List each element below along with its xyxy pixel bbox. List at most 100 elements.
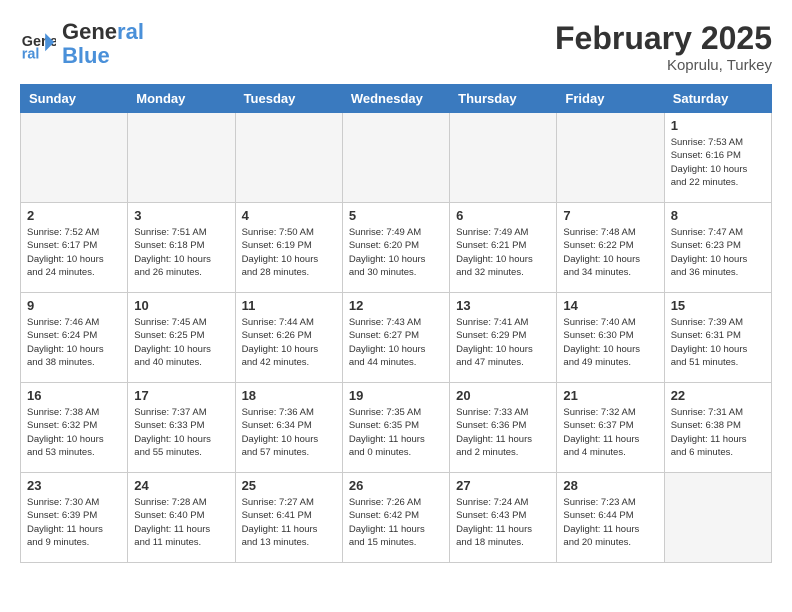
day-number: 24 [134,478,228,493]
weekday-header-monday: Monday [128,85,235,113]
weekday-header-thursday: Thursday [450,85,557,113]
calendar-cell: 25 Sunrise: 7:27 AMSunset: 6:41 PMDayligh… [235,473,342,563]
weekday-header-friday: Friday [557,85,664,113]
day-info: Sunrise: 7:32 AMSunset: 6:37 PMDaylight:… [563,406,657,459]
calendar-cell: 3 Sunrise: 7:51 AMSunset: 6:18 PMDaylight… [128,203,235,293]
day-number: 4 [242,208,336,223]
day-number: 20 [456,388,550,403]
calendar-cell: 22 Sunrise: 7:31 AMSunset: 6:38 PMDayligh… [664,383,771,473]
day-info: Sunrise: 7:53 AMSunset: 6:16 PMDaylight:… [671,136,765,189]
logo-text: GeneralBlue [62,20,144,68]
day-info: Sunrise: 7:46 AMSunset: 6:24 PMDaylight:… [27,316,121,369]
day-info: Sunrise: 7:36 AMSunset: 6:34 PMDaylight:… [242,406,336,459]
day-info: Sunrise: 7:47 AMSunset: 6:23 PMDaylight:… [671,226,765,279]
day-info: Sunrise: 7:49 AMSunset: 6:20 PMDaylight:… [349,226,443,279]
calendar-cell: 20Sunrise: 7:33 AMSunset: 6:36 PMDayligh… [450,383,557,473]
calendar-cell: 19Sunrise: 7:35 AMSunset: 6:35 PMDayligh… [342,383,449,473]
weekday-header-row: SundayMondayTuesdayWednesdayThursdayFrid… [21,85,772,113]
calendar-week-4: 16 Sunrise: 7:38 AMSunset: 6:32 PMDayligh… [21,383,772,473]
day-number: 13 [456,298,550,313]
calendar-week-2: 2 Sunrise: 7:52 AMSunset: 6:17 PMDaylight… [21,203,772,293]
day-info: Sunrise: 7:48 AMSunset: 6:22 PMDaylight:… [563,226,657,279]
calendar-cell: 13 Sunrise: 7:41 AMSunset: 6:29 PMDayligh… [450,293,557,383]
calendar-cell: 16 Sunrise: 7:38 AMSunset: 6:32 PMDayligh… [21,383,128,473]
title-block: February 2025 Koprulu, Turkey [555,20,772,74]
day-info: Sunrise: 7:37 AMSunset: 6:33 PMDaylight:… [134,406,228,459]
calendar-cell: 6 Sunrise: 7:49 AMSunset: 6:21 PMDaylight… [450,203,557,293]
day-number: 22 [671,388,765,403]
day-info: Sunrise: 7:40 AMSunset: 6:30 PMDaylight:… [563,316,657,369]
day-number: 16 [27,388,121,403]
day-info: Sunrise: 7:27 AMSunset: 6:41 PMDaylight:… [242,496,336,549]
calendar-title: February 2025 [555,20,772,57]
calendar-cell: 8 Sunrise: 7:47 AMSunset: 6:23 PMDaylight… [664,203,771,293]
weekday-header-wednesday: Wednesday [342,85,449,113]
weekday-header-tuesday: Tuesday [235,85,342,113]
calendar-cell: 23 Sunrise: 7:30 AMSunset: 6:39 PMDayligh… [21,473,128,563]
page-header: Gene ral GeneralBlue February 2025 Kopru… [20,20,772,74]
day-number: 27 [456,478,550,493]
calendar-cell: 28 Sunrise: 7:23 AMSunset: 6:44 PMDayligh… [557,473,664,563]
calendar-cell [342,113,449,203]
day-info: Sunrise: 7:28 AMSunset: 6:40 PMDaylight:… [134,496,228,549]
day-number: 2 [27,208,121,223]
day-number: 18 [242,388,336,403]
day-number: 1 [671,118,765,133]
calendar-cell [21,113,128,203]
calendar-cell [664,473,771,563]
day-info: Sunrise: 7:51 AMSunset: 6:18 PMDaylight:… [134,226,228,279]
day-info: Sunrise: 7:49 AMSunset: 6:21 PMDaylight:… [456,226,550,279]
calendar-cell: 27 Sunrise: 7:24 AMSunset: 6:43 PMDayligh… [450,473,557,563]
day-info: Sunrise: 7:43 AMSunset: 6:27 PMDaylight:… [349,316,443,369]
day-info: Sunrise: 7:50 AMSunset: 6:19 PMDaylight:… [242,226,336,279]
calendar-cell: 9Sunrise: 7:46 AMSunset: 6:24 PMDaylight… [21,293,128,383]
calendar-cell: 4 Sunrise: 7:50 AMSunset: 6:19 PMDaylight… [235,203,342,293]
calendar-week-5: 23 Sunrise: 7:30 AMSunset: 6:39 PMDayligh… [21,473,772,563]
calendar-cell [557,113,664,203]
calendar-cell: 14 Sunrise: 7:40 AMSunset: 6:30 PMDayligh… [557,293,664,383]
day-number: 23 [27,478,121,493]
calendar-cell: 24 Sunrise: 7:28 AMSunset: 6:40 PMDayligh… [128,473,235,563]
day-number: 10 [134,298,228,313]
calendar-cell [235,113,342,203]
day-info: Sunrise: 7:38 AMSunset: 6:32 PMDaylight:… [27,406,121,459]
day-info: Sunrise: 7:45 AMSunset: 6:25 PMDaylight:… [134,316,228,369]
day-info: Sunrise: 7:30 AMSunset: 6:39 PMDaylight:… [27,496,121,549]
day-info: Sunrise: 7:39 AMSunset: 6:31 PMDaylight:… [671,316,765,369]
calendar-cell: 17 Sunrise: 7:37 AMSunset: 6:33 PMDayligh… [128,383,235,473]
calendar-subtitle: Koprulu, Turkey [555,57,772,74]
logo-icon: Gene ral [20,26,56,62]
calendar-cell: 18 Sunrise: 7:36 AMSunset: 6:34 PMDayligh… [235,383,342,473]
calendar-cell: 12 Sunrise: 7:43 AMSunset: 6:27 PMDayligh… [342,293,449,383]
day-number: 5 [349,208,443,223]
calendar-cell: 5 Sunrise: 7:49 AMSunset: 6:20 PMDaylight… [342,203,449,293]
day-number: 7 [563,208,657,223]
day-number: 26 [349,478,443,493]
svg-text:ral: ral [22,47,40,63]
day-number: 14 [563,298,657,313]
calendar-cell: 7 Sunrise: 7:48 AMSunset: 6:22 PMDaylight… [557,203,664,293]
day-number: 15 [671,298,765,313]
calendar-cell [450,113,557,203]
calendar-cell: 26Sunrise: 7:26 AMSunset: 6:42 PMDayligh… [342,473,449,563]
calendar-cell: 21Sunrise: 7:32 AMSunset: 6:37 PMDayligh… [557,383,664,473]
day-number: 3 [134,208,228,223]
weekday-header-sunday: Sunday [21,85,128,113]
weekday-header-saturday: Saturday [664,85,771,113]
day-number: 25 [242,478,336,493]
day-info: Sunrise: 7:44 AMSunset: 6:26 PMDaylight:… [242,316,336,369]
day-number: 8 [671,208,765,223]
day-info: Sunrise: 7:35 AMSunset: 6:35 PMDaylight:… [349,406,443,459]
day-number: 17 [134,388,228,403]
day-info: Sunrise: 7:23 AMSunset: 6:44 PMDaylight:… [563,496,657,549]
day-info: Sunrise: 7:31 AMSunset: 6:38 PMDaylight:… [671,406,765,459]
day-number: 28 [563,478,657,493]
calendar-cell: 10 Sunrise: 7:45 AMSunset: 6:25 PMDayligh… [128,293,235,383]
calendar-cell: 1 Sunrise: 7:53 AMSunset: 6:16 PMDaylight… [664,113,771,203]
day-info: Sunrise: 7:52 AMSunset: 6:17 PMDaylight:… [27,226,121,279]
calendar-table: SundayMondayTuesdayWednesdayThursdayFrid… [20,84,772,563]
day-info: Sunrise: 7:41 AMSunset: 6:29 PMDaylight:… [456,316,550,369]
day-info: Sunrise: 7:24 AMSunset: 6:43 PMDaylight:… [456,496,550,549]
day-number: 12 [349,298,443,313]
day-number: 6 [456,208,550,223]
